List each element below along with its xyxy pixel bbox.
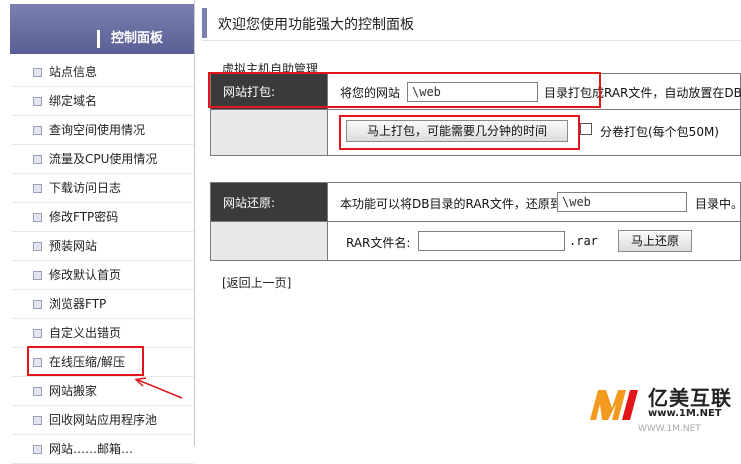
restore-path-input[interactable]: \web — [557, 192, 687, 212]
sidebar-header-bar — [97, 30, 100, 48]
restore-label-cell: 网站还原: — [210, 182, 328, 222]
watermark: 亿美互联 www.1M.NET WWW.1M.NET — [588, 380, 738, 440]
restore-suffix-text: 目录中。 — [695, 197, 741, 211]
square-bullet-icon — [33, 416, 42, 425]
sidebar-item-error-pages[interactable]: 自定义出错页 — [12, 319, 194, 348]
page-title: 欢迎您使用功能强大的控制面板 — [218, 17, 414, 33]
rar-filename-label: RAR文件名: — [346, 236, 411, 250]
square-bullet-icon — [33, 126, 42, 135]
restore-empty-cell — [210, 221, 328, 261]
pack-empty-cell — [210, 109, 328, 156]
square-bullet-icon — [33, 242, 42, 251]
title-accent-bar — [202, 8, 207, 38]
sidebar-item-recycle-app-pool[interactable]: 回收网站应用程序池 — [12, 406, 194, 435]
red-arrow-icon — [134, 377, 183, 399]
square-bullet-icon — [33, 329, 42, 338]
yimei-logo-icon — [590, 390, 638, 420]
sidebar-item-preinstall-site[interactable]: 预装网站 — [12, 232, 194, 261]
pack-actions-cell: 马上打包，可能需要几分钟的时间 分卷打包(每个包50M) — [327, 109, 741, 156]
square-bullet-icon — [33, 184, 42, 193]
pack-prefix-text: 将您的网站 — [340, 86, 401, 100]
pack-table: 网站打包: 将您的网站 \web 目录打包成RAR文件，自动放置在DB目 马上打… — [210, 73, 741, 156]
square-bullet-icon — [33, 300, 42, 309]
square-bullet-icon — [33, 97, 42, 106]
restore-file-cell: RAR文件名: .rar 马上还原 — [327, 221, 741, 261]
restore-table: 网站还原: 本功能可以将DB目录的RAR文件，还原到 \web 目录中。 RAR… — [210, 182, 741, 261]
pack-path-input[interactable]: \web — [407, 82, 538, 102]
sidebar-item-cutoff[interactable]: 网站……邮箱… — [12, 435, 194, 464]
split-pack-checkbox[interactable] — [580, 123, 592, 135]
sidebar-item-ftp-password[interactable]: 修改FTP密码 — [12, 203, 194, 232]
square-bullet-icon — [33, 213, 42, 222]
pack-now-button[interactable]: 马上打包，可能需要几分钟的时间 — [346, 120, 568, 142]
watermark-url-faint: WWW.1M.NET — [638, 424, 701, 434]
square-bullet-icon — [33, 155, 42, 164]
square-bullet-icon — [33, 271, 42, 280]
pack-path-cell: 将您的网站 \web 目录打包成RAR文件，自动放置在DB目 — [327, 73, 741, 110]
sidebar-item-browser-ftp[interactable]: 浏览器FTP — [12, 290, 194, 319]
sidebar-item-traffic-cpu[interactable]: 流量及CPU使用情况 — [12, 145, 194, 174]
sidebar-header: 控制面板 — [10, 4, 194, 54]
sidebar-item-download-logs[interactable]: 下载访问日志 — [12, 174, 194, 203]
rar-ext-text: .rar — [569, 234, 598, 248]
rar-filename-input[interactable] — [418, 231, 565, 251]
title-divider — [202, 40, 741, 41]
watermark-name: 亿美互联 — [648, 386, 732, 410]
sidebar-item-bind-domain[interactable]: 绑定域名 — [12, 87, 194, 116]
pack-label: 网站打包: — [223, 85, 276, 99]
square-bullet-icon — [33, 68, 42, 77]
sidebar-item-space-usage[interactable]: 查询空间使用情况 — [12, 116, 194, 145]
restore-now-button[interactable]: 马上还原 — [618, 230, 692, 252]
pack-suffix-text: 目录打包成RAR文件，自动放置在DB目 — [544, 86, 741, 100]
watermark-url: www.1M.NET — [648, 408, 722, 419]
sidebar-item-default-page[interactable]: 修改默认首页 — [12, 261, 194, 290]
sidebar-title: 控制面板 — [111, 31, 164, 46]
highlight-box-compress — [27, 346, 144, 376]
restore-path-cell: 本功能可以将DB目录的RAR文件，还原到 \web 目录中。 — [327, 182, 741, 222]
restore-label: 网站还原: — [223, 195, 276, 210]
square-bullet-icon — [33, 387, 42, 396]
restore-prefix-text: 本功能可以将DB目录的RAR文件，还原到 — [340, 197, 562, 211]
back-link[interactable]: [返回上一页] — [222, 274, 291, 291]
pack-label-cell: 网站打包: — [210, 73, 328, 110]
split-pack-label: 分卷打包(每个包50M) — [600, 125, 719, 139]
main-title-bar: 欢迎您使用功能强大的控制面板 — [202, 8, 741, 38]
sidebar-menu: 站点信息 绑定域名 查询空间使用情况 流量及CPU使用情况 下载访问日志 修改F… — [12, 58, 194, 464]
square-bullet-icon — [33, 445, 42, 454]
sidebar-item-site-info[interactable]: 站点信息 — [12, 58, 194, 87]
